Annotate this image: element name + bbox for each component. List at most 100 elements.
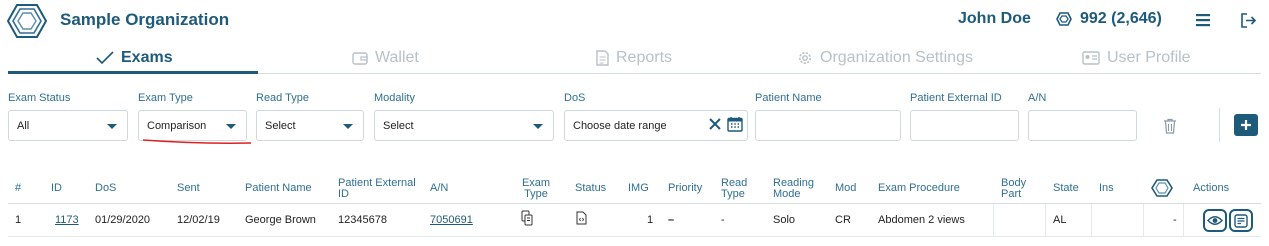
chevron-down-icon xyxy=(343,124,353,129)
column-header-exam-procedure[interactable]: Exam Procedure xyxy=(878,183,960,194)
exam-type-value: Comparison xyxy=(147,119,207,132)
column-header-id[interactable]: ID xyxy=(51,183,62,194)
cell-mod: CR xyxy=(835,214,851,226)
column-separator xyxy=(1045,204,1046,236)
read-type-value: Select xyxy=(265,119,296,132)
id-card-icon xyxy=(1082,51,1100,65)
trash-icon[interactable] xyxy=(1163,118,1177,134)
cell-priority: – xyxy=(668,214,675,226)
modality-value: Select xyxy=(383,119,414,132)
column-header-body-part[interactable]: Body Part xyxy=(1001,178,1031,200)
an-input[interactable] xyxy=(1028,110,1137,141)
cell-an-link[interactable]: 7050691 xyxy=(430,214,473,226)
user-name[interactable]: John Doe xyxy=(958,10,1031,28)
patient-name-input[interactable] xyxy=(755,110,901,141)
column-header-actions: Actions xyxy=(1193,182,1230,194)
dos-label: DoS xyxy=(564,92,586,104)
column-header-mod[interactable]: Mod xyxy=(835,183,856,194)
view-button[interactable] xyxy=(1203,209,1227,232)
clear-icon[interactable] xyxy=(709,118,721,130)
credits-balance: 992 (2,646) xyxy=(1056,10,1162,28)
patient-external-id-input[interactable] xyxy=(910,110,1019,141)
credits-value: 992 (2,646) xyxy=(1080,10,1162,27)
tab-user-profile[interactable]: User Profile xyxy=(1082,42,1191,74)
tab-label: Exams xyxy=(121,49,173,66)
patient-name-label: Patient Name xyxy=(755,92,822,104)
exam-status-label: Exam Status xyxy=(8,92,71,104)
report-edit-icon xyxy=(1234,213,1248,228)
cell-patient-external-id: 12345678 xyxy=(338,214,387,226)
column-header-ins[interactable]: Ins xyxy=(1099,183,1114,194)
cell-number: 1 xyxy=(15,214,22,226)
table-row-divider xyxy=(8,236,1261,237)
tab-label: Reports xyxy=(616,49,673,66)
red-annotation-underline xyxy=(143,139,251,144)
dos-value: Choose date range xyxy=(573,119,667,132)
app-header: Sample Organization John Doe 992 (2,646) xyxy=(0,0,1269,42)
tab-label: Wallet xyxy=(375,49,419,66)
tab-label: User Profile xyxy=(1107,49,1191,66)
column-separator xyxy=(1091,204,1092,236)
chevron-down-icon xyxy=(226,124,236,129)
cell-patient-name: George Brown xyxy=(245,214,316,226)
column-header-state[interactable]: State xyxy=(1053,183,1079,194)
credits-coin-icon xyxy=(1056,12,1072,26)
eye-icon xyxy=(1207,216,1223,225)
organization-name: Sample Organization xyxy=(60,10,230,29)
table-header-divider xyxy=(8,203,1261,204)
cell-state: AL xyxy=(1053,214,1067,226)
column-header-patient-name[interactable]: Patient Name xyxy=(245,183,312,194)
column-header-priority[interactable]: Priority xyxy=(668,183,702,194)
calendar-icon[interactable] xyxy=(727,116,743,132)
cell-reading-mode: Solo xyxy=(773,214,796,226)
column-separator xyxy=(1143,204,1144,236)
document-icon xyxy=(596,50,609,66)
column-header-read-type[interactable]: Read Type xyxy=(721,178,751,200)
column-header-img[interactable]: IMG xyxy=(628,183,649,194)
active-tab-indicator xyxy=(8,71,258,74)
column-header-exam-type[interactable]: Exam Type xyxy=(520,178,552,200)
menu-icon[interactable] xyxy=(1195,12,1211,28)
modality-select[interactable]: Select xyxy=(374,110,554,141)
modality-label: Modality xyxy=(374,92,415,104)
column-header-dos[interactable]: DoS xyxy=(95,183,116,194)
cell-exam-procedure: Abdomen 2 views xyxy=(878,214,965,226)
gear-icon xyxy=(799,52,811,64)
tab-reports[interactable]: Reports xyxy=(596,42,672,74)
tab-wallet[interactable]: Wallet xyxy=(352,42,419,74)
cell-sent: 12/02/19 xyxy=(177,214,220,226)
add-exam-button[interactable] xyxy=(1234,114,1258,136)
logout-icon[interactable] xyxy=(1240,12,1257,29)
cell-read-type: - xyxy=(721,214,725,226)
tab-label: Organization Settings xyxy=(820,49,973,66)
credits-column-logo-icon xyxy=(1151,179,1173,197)
main-tabs: Exams Wallet Reports Organization Settin… xyxy=(8,42,1261,74)
column-header-patient-external-id[interactable]: Patient External ID xyxy=(338,178,423,200)
tab-organization-settings[interactable]: Organization Settings xyxy=(797,42,973,74)
column-separator xyxy=(993,204,994,236)
column-header-sent[interactable]: Sent xyxy=(177,183,200,194)
cell-id-link[interactable]: 1173 xyxy=(55,214,79,226)
filters-divider xyxy=(1219,108,1220,142)
exam-status-select[interactable]: All xyxy=(8,110,128,141)
comparison-exam-type-icon xyxy=(521,210,533,226)
column-separator xyxy=(1183,204,1184,236)
organization-logo-icon[interactable] xyxy=(6,2,48,40)
tab-exams[interactable]: Exams xyxy=(96,42,173,74)
an-label: A/N xyxy=(1028,92,1047,104)
report-button[interactable] xyxy=(1229,209,1253,232)
chevron-down-icon xyxy=(107,124,117,129)
column-header-status[interactable]: Status xyxy=(575,183,606,194)
read-type-label: Read Type xyxy=(256,92,310,104)
exam-type-select[interactable]: Comparison xyxy=(138,110,247,141)
patient-external-id-label: Patient External ID xyxy=(910,92,1002,104)
chevron-down-icon xyxy=(533,124,543,129)
cell-img-count: 1 xyxy=(647,214,654,226)
read-type-select[interactable]: Select xyxy=(256,110,364,141)
exam-status-value: All xyxy=(17,119,30,132)
cell-credits: - xyxy=(1173,214,1177,226)
wallet-icon xyxy=(352,51,368,65)
status-document-icon[interactable] xyxy=(576,211,587,225)
column-header-reading-mode[interactable]: Reading Mode xyxy=(773,178,818,200)
column-header-an[interactable]: A/N xyxy=(430,183,448,194)
